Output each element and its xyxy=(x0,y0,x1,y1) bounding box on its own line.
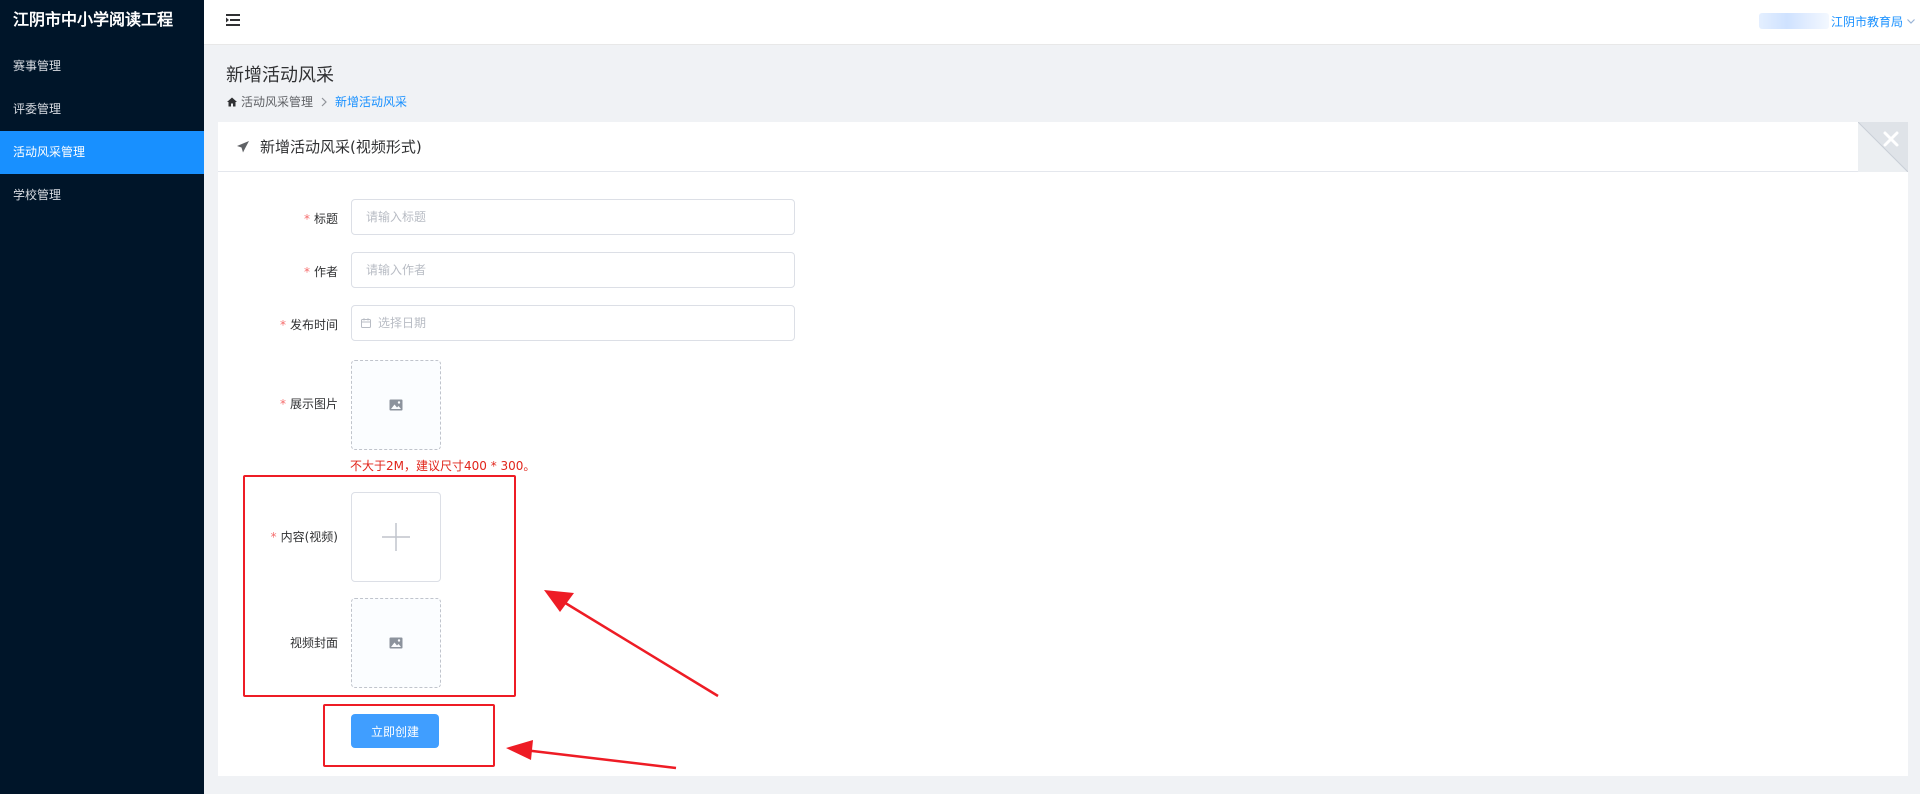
image-icon xyxy=(389,399,403,411)
top-bar: 江阴市教育局 xyxy=(204,0,1920,45)
avatar xyxy=(1758,13,1829,29)
required-mark: * xyxy=(303,212,310,226)
calendar-icon xyxy=(361,318,371,328)
required-mark: * xyxy=(279,397,286,411)
chevron-down-icon xyxy=(1907,19,1915,24)
required-mark: * xyxy=(279,318,286,332)
sidebar-item-judges[interactable]: 评委管理 xyxy=(0,88,204,131)
send-icon xyxy=(237,140,249,152)
user-dropdown[interactable]: 江阴市教育局 xyxy=(1758,10,1920,32)
publish-date-picker[interactable] xyxy=(351,305,795,341)
user-name: 江阴市教育局 xyxy=(1830,14,1903,29)
sidebar-item-events[interactable]: 赛事管理 xyxy=(0,45,204,88)
page-title: 新增活动风采 xyxy=(226,65,334,86)
title-label: * 标题 xyxy=(303,212,338,226)
author-input[interactable] xyxy=(351,252,795,288)
breadcrumb-item-activity-showcase[interactable]: 活动风采管理 xyxy=(241,93,313,110)
required-mark: * xyxy=(303,265,310,279)
publish-time-label: * 发布时间 xyxy=(279,318,338,332)
annotation-highlight-create-button xyxy=(323,704,495,767)
home-icon xyxy=(227,97,237,106)
breadcrumb-item-current[interactable]: 新增活动风采 xyxy=(335,93,407,110)
author-label: * 作者 xyxy=(303,265,338,279)
title-input[interactable] xyxy=(351,199,795,235)
sidebar-item-schools[interactable]: 学校管理 xyxy=(0,174,204,217)
annotation-highlight-video-fields xyxy=(243,475,516,697)
display-image-label: * 展示图片 xyxy=(279,397,338,411)
display-image-upload[interactable] xyxy=(351,360,441,450)
upload-size-hint: 不大于2M，建议尺寸400 * 300。 xyxy=(350,459,536,473)
page-header: 新增活动风采 活动风采管理 新增活动风采 xyxy=(204,45,1920,122)
close-icon[interactable] xyxy=(1858,122,1908,172)
chevron-right-icon xyxy=(320,97,328,107)
card-header: 新增活动风采(视频形式) xyxy=(218,122,1908,172)
menu-fold-icon[interactable] xyxy=(224,11,242,29)
sidebar-nav: 赛事管理 评委管理 活动风采管理 学校管理 xyxy=(0,45,204,217)
app-title: 江阴市中小学阅读工程 xyxy=(13,10,174,29)
sidebar-item-activity-showcase[interactable]: 活动风采管理 xyxy=(0,131,204,174)
card-title: 新增活动风采(视频形式) xyxy=(260,138,422,156)
sidebar: 江阴市中小学阅读工程 赛事管理 评委管理 活动风采管理 学校管理 xyxy=(0,0,204,794)
breadcrumb: 活动风采管理 新增活动风采 xyxy=(226,93,407,110)
